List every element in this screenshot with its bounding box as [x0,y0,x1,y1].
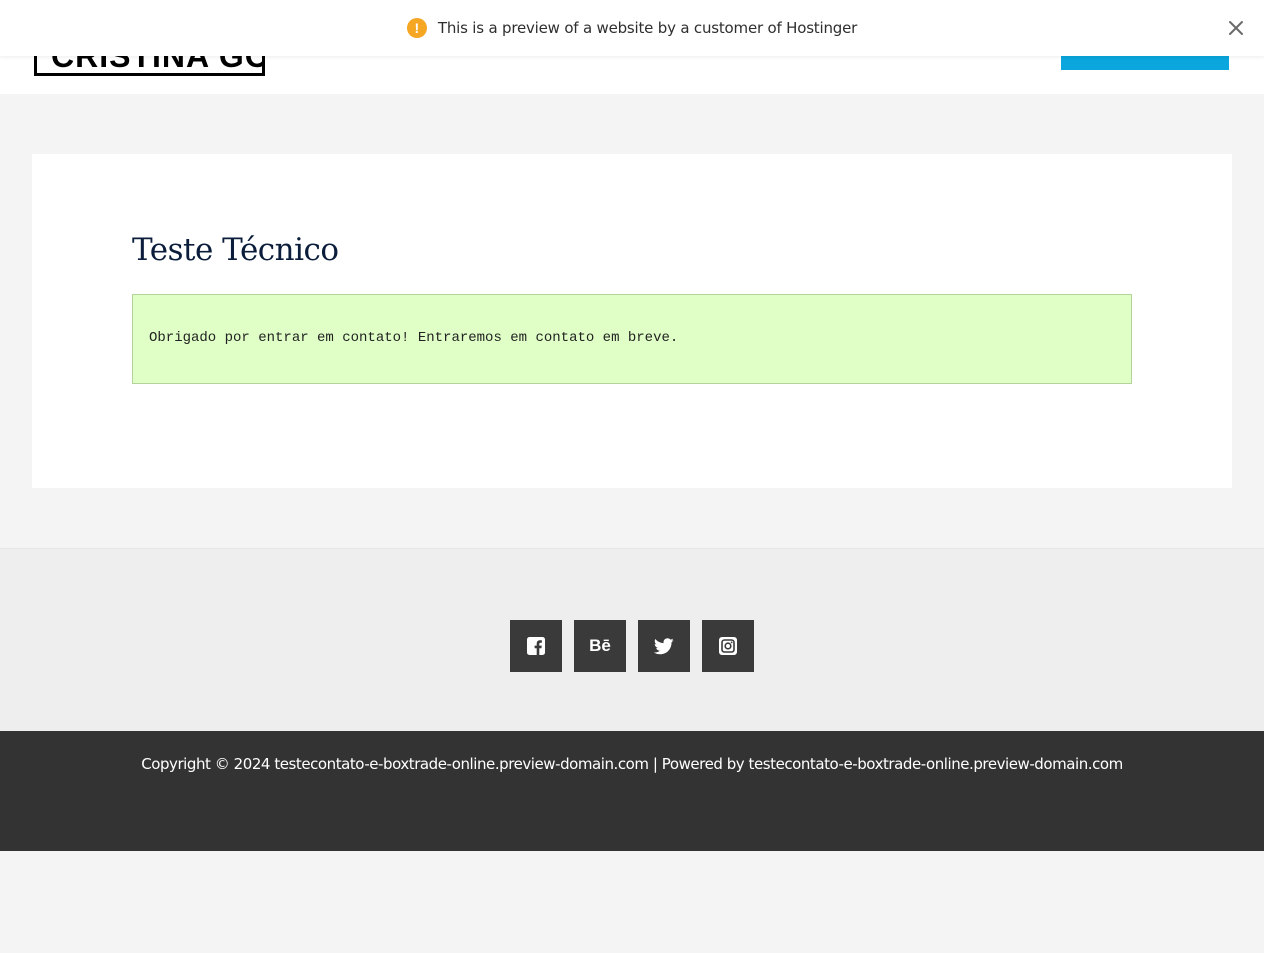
social-footer: Bē [0,548,1264,731]
success-message-box: Obrigado por entrar em contato! Entrarem… [132,294,1132,384]
behance-icon: Bē [589,636,611,655]
preview-banner: ! This is a preview of a website by a cu… [0,0,1264,56]
page-title: Teste Técnico [132,232,339,268]
twitter-link[interactable] [638,620,690,672]
behance-link[interactable]: Bē [574,620,626,672]
instagram-link[interactable] [702,620,754,672]
copyright-footer: Copyright © 2024 testecontato-e-boxtrade… [0,731,1264,851]
facebook-link[interactable] [510,620,562,672]
success-message: Obrigado por entrar em contato! Entrarem… [149,330,679,346]
twitter-icon [654,637,674,654]
facebook-icon [527,637,545,655]
close-icon[interactable] [1225,17,1247,39]
instagram-icon [719,637,737,655]
content-card: Teste Técnico Obrigado por entrar em con… [32,154,1232,488]
preview-banner-message: This is a preview of a website by a cust… [437,19,858,37]
warning-icon: ! [406,18,427,38]
social-links: Bē [510,620,754,672]
copyright-text: Copyright © 2024 testecontato-e-boxtrade… [141,755,1123,773]
